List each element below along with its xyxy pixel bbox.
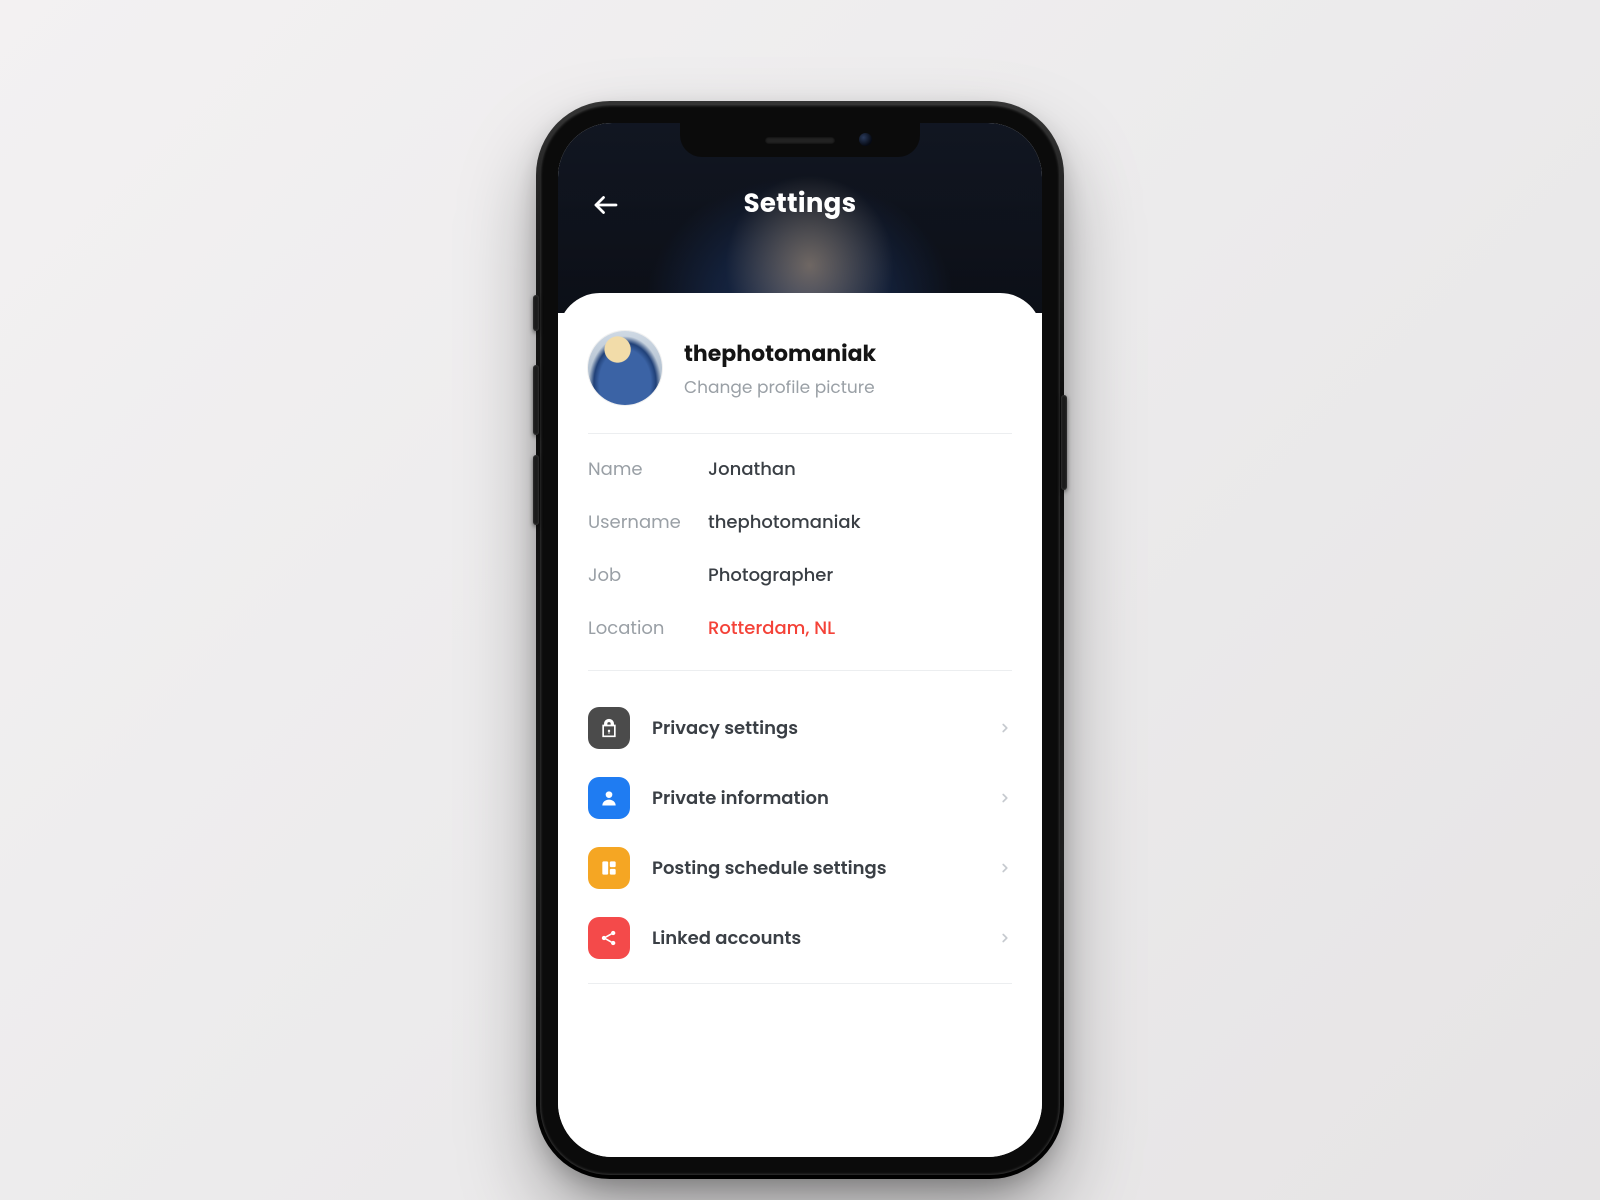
chevron-right-icon	[998, 791, 1012, 805]
change-photo-link[interactable]: Change profile picture	[684, 374, 876, 400]
field-value-job[interactable]: Photographer	[708, 562, 1012, 589]
profile-header: thephotomaniak Change profile picture	[588, 331, 1012, 405]
username-display: thephotomaniak	[684, 337, 876, 370]
field-label-location: Location	[588, 615, 708, 642]
page-title: Settings	[744, 185, 857, 224]
avatar[interactable]	[588, 331, 662, 405]
volume-down-button[interactable]	[533, 455, 539, 525]
menu-label: Posting schedule settings	[652, 855, 976, 882]
field-label-job: Job	[588, 562, 708, 589]
power-button[interactable]	[1061, 395, 1067, 490]
back-button[interactable]	[586, 185, 626, 225]
field-label-username: Username	[588, 509, 708, 536]
field-label-name: Name	[588, 456, 708, 483]
lock-icon	[588, 707, 630, 749]
menu-label: Privacy settings	[652, 715, 976, 742]
volume-up-button[interactable]	[533, 365, 539, 435]
field-value-name[interactable]: Jonathan	[708, 456, 1012, 483]
phone-frame: Settings thephotomaniak Change profile p…	[540, 105, 1060, 1175]
menu-item-linked[interactable]: Linked accounts	[588, 903, 1012, 973]
chevron-right-icon	[998, 721, 1012, 735]
field-value-username[interactable]: thephotomaniak	[708, 509, 1012, 536]
menu-label: Linked accounts	[652, 925, 976, 952]
divider	[588, 433, 1012, 434]
settings-card: thephotomaniak Change profile picture Na…	[558, 293, 1042, 1157]
chevron-right-icon	[998, 861, 1012, 875]
share-icon	[588, 917, 630, 959]
person-icon	[588, 777, 630, 819]
front-camera	[859, 133, 872, 146]
mute-switch[interactable]	[533, 295, 539, 331]
divider	[588, 983, 1012, 984]
speaker-grille	[765, 137, 835, 144]
menu-label: Private information	[652, 785, 976, 812]
menu-item-private-info[interactable]: Private information	[588, 763, 1012, 833]
notch	[680, 123, 920, 157]
schedule-icon	[588, 847, 630, 889]
menu-item-schedule[interactable]: Posting schedule settings	[588, 833, 1012, 903]
field-value-location[interactable]: Rotterdam, NL	[708, 615, 1012, 642]
chevron-right-icon	[998, 931, 1012, 945]
menu-item-privacy[interactable]: Privacy settings	[588, 693, 1012, 763]
settings-menu: Privacy settings Private information Pos…	[588, 693, 1012, 973]
divider	[588, 670, 1012, 671]
profile-fields: Name Jonathan Username thephotomaniak Jo…	[588, 456, 1012, 642]
screen: Settings thephotomaniak Change profile p…	[558, 123, 1042, 1157]
back-arrow-icon	[591, 190, 621, 220]
